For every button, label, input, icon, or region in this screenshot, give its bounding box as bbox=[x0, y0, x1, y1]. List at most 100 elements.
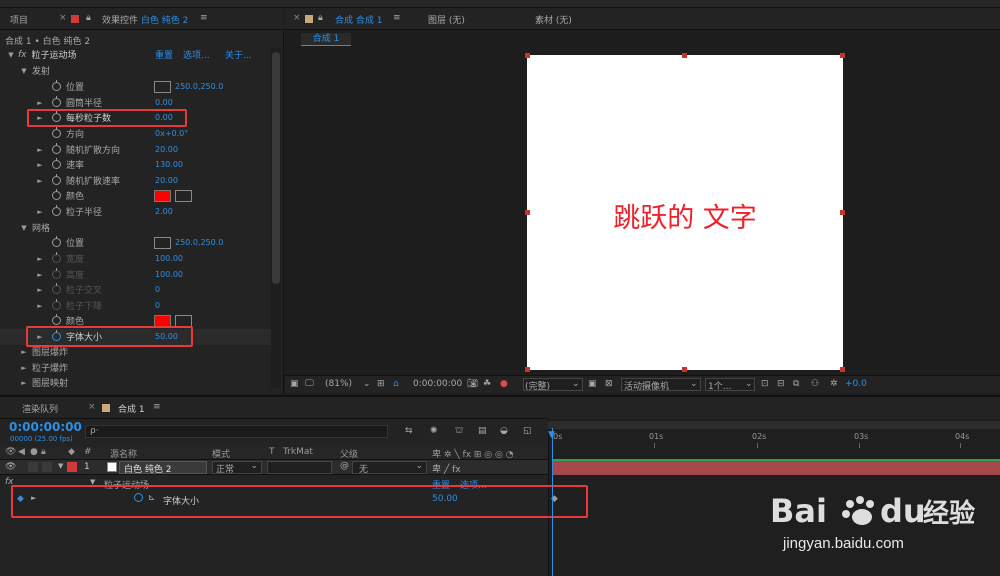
solo-toggle[interactable] bbox=[28, 462, 38, 472]
playhead-icon[interactable]: ▼ bbox=[548, 430, 555, 440]
transform-handle[interactable] bbox=[525, 367, 530, 372]
close-icon[interactable]: × bbox=[88, 402, 96, 412]
col-source[interactable]: 源名称 bbox=[110, 447, 137, 460]
prop-width[interactable]: ► 宽度 100.00 bbox=[0, 251, 268, 267]
fx-icon[interactable]: fx bbox=[18, 50, 27, 60]
col-parent[interactable]: 父级 bbox=[340, 447, 358, 460]
expand-triangle-icon[interactable]: ► bbox=[36, 161, 44, 169]
close-icon[interactable]: × bbox=[293, 13, 301, 23]
prop-grid-position[interactable]: 位置 250.0,250.0 bbox=[0, 235, 268, 251]
stopwatch-icon[interactable] bbox=[52, 283, 61, 295]
stopwatch-icon[interactable] bbox=[52, 268, 61, 280]
network-icon[interactable]: ⚇ bbox=[811, 379, 819, 389]
eyedropper-icon[interactable] bbox=[175, 314, 192, 327]
zoom-dropdown[interactable]: (81%) bbox=[325, 379, 352, 389]
scrollbar-thumb[interactable] bbox=[272, 52, 280, 284]
prop-value[interactable]: 20.00 bbox=[155, 176, 178, 185]
stopwatch-icon[interactable] bbox=[52, 252, 61, 264]
lock-icon[interactable]: 🔒︎ bbox=[318, 13, 323, 23]
options-link[interactable]: 选项... bbox=[183, 48, 210, 61]
flowchart-icon[interactable]: ⊟ bbox=[777, 379, 785, 389]
prop-particles-down[interactable]: ► 粒子下降 0 bbox=[0, 298, 268, 314]
close-icon[interactable]: × bbox=[59, 13, 67, 23]
expand-triangle-icon[interactable]: ► bbox=[36, 255, 44, 263]
eye-icon[interactable]: 👁︎ bbox=[5, 462, 16, 472]
expand-triangle-icon[interactable]: ► bbox=[20, 379, 28, 387]
collapse-triangle-icon[interactable]: ▼ bbox=[7, 51, 15, 59]
fast-preview-icon[interactable]: ▣ bbox=[588, 379, 597, 389]
prop-value[interactable]: 0x+0.0° bbox=[155, 129, 188, 138]
group-layer-explode[interactable]: ► 图层爆炸 bbox=[0, 344, 268, 360]
layer-label-color[interactable] bbox=[67, 462, 77, 472]
collapse-triangle-icon[interactable]: ▼ bbox=[20, 224, 28, 232]
trkmat-dropdown[interactable] bbox=[267, 461, 332, 474]
lock-toggle[interactable] bbox=[42, 462, 52, 472]
search-input[interactable]: ρ· bbox=[85, 425, 388, 438]
transparency-grid-icon[interactable]: ⊠ bbox=[605, 379, 613, 389]
comp-mini-flowchart-icon[interactable]: ⇆ bbox=[405, 426, 413, 436]
prop-value[interactable]: 130.00 bbox=[155, 160, 183, 169]
monitor-icon[interactable]: 🖵︎ bbox=[305, 379, 314, 389]
transform-handle[interactable] bbox=[525, 53, 530, 58]
prop-velocity[interactable]: ► 速率 130.00 bbox=[0, 157, 268, 173]
parent-dropdown[interactable]: 无 ⌄ bbox=[352, 461, 427, 475]
stopwatch-icon[interactable] bbox=[52, 96, 61, 108]
expand-triangle-icon[interactable]: ► bbox=[36, 208, 44, 216]
frame-blending-icon[interactable]: ▤ bbox=[478, 426, 487, 436]
prop-height[interactable]: ► 高度 100.00 bbox=[0, 267, 268, 283]
current-time[interactable]: 0:00:00:00 bbox=[413, 379, 462, 389]
prop-particles-across[interactable]: ► 粒子交叉 0 bbox=[0, 282, 268, 298]
tab-comp[interactable]: 合成 1 bbox=[118, 402, 145, 415]
col-trkmat[interactable]: TrkMat bbox=[283, 447, 313, 460]
group-emit[interactable]: ▼ 发射 bbox=[0, 63, 268, 79]
work-area-bar[interactable] bbox=[548, 421, 1000, 429]
toggle-icon[interactable]: ⊡ bbox=[761, 379, 769, 389]
stopwatch-icon[interactable] bbox=[52, 299, 61, 311]
prop-value[interactable]: 250.0,250.0 bbox=[175, 82, 223, 91]
about-link[interactable]: 关于... bbox=[225, 48, 252, 61]
tab-footage[interactable]: 素材 (无) bbox=[535, 13, 572, 26]
prop-value[interactable]: 2.00 bbox=[155, 207, 173, 216]
region-icon[interactable]: ▣ bbox=[290, 379, 299, 389]
prop-position[interactable]: 位置 250.0,250.0 bbox=[0, 79, 268, 95]
collapse-triangle-icon[interactable]: ▼ bbox=[20, 67, 28, 75]
layer-duration-bar[interactable] bbox=[552, 460, 1000, 475]
motion-blur-icon[interactable]: ◒ bbox=[500, 426, 508, 436]
menu-icon[interactable]: ≡ bbox=[153, 402, 161, 412]
transform-handle[interactable] bbox=[840, 53, 845, 58]
effect-header-row[interactable]: ▼ fx 粒子运动场 重置 选项... 关于... bbox=[0, 47, 268, 63]
stopwatch-icon[interactable] bbox=[52, 236, 61, 248]
transform-handle[interactable] bbox=[682, 53, 687, 58]
prop-particle-radius[interactable]: ► 粒子半径 2.00 bbox=[0, 204, 268, 220]
stopwatch-icon[interactable] bbox=[52, 314, 61, 326]
stopwatch-icon[interactable] bbox=[52, 80, 61, 92]
tab-project[interactable]: 项目 bbox=[10, 13, 28, 26]
grid-icon[interactable]: ⊞ bbox=[377, 379, 385, 389]
pickwhip-icon[interactable]: @ bbox=[340, 461, 349, 471]
lock-icon[interactable]: 🔒︎ bbox=[86, 13, 91, 23]
stopwatch-icon[interactable] bbox=[52, 189, 61, 201]
draft-3d-icon[interactable]: ✺ bbox=[430, 426, 438, 436]
collapse-triangle-icon[interactable]: ▼ bbox=[58, 462, 63, 470]
expand-triangle-icon[interactable]: ► bbox=[20, 364, 28, 372]
menu-icon[interactable]: ≡ bbox=[200, 13, 208, 23]
col-mode[interactable]: 模式 bbox=[212, 447, 230, 460]
color-channel-icon[interactable]: ● bbox=[500, 379, 508, 389]
comp-subtab[interactable]: 合成 1 bbox=[301, 33, 351, 46]
layer-switches[interactable]: 卑 ╱ fx bbox=[432, 462, 461, 475]
snapshot-icon[interactable]: ⧉ bbox=[793, 379, 799, 389]
camera-snapshot-icon[interactable]: 📷︎ bbox=[467, 379, 478, 389]
exposure-value[interactable]: +0.0 bbox=[845, 379, 867, 389]
prop-random-spread-dir[interactable]: ► 随机扩散方向 20.00 bbox=[0, 142, 268, 158]
tab-render-queue[interactable]: 渲染队列 bbox=[22, 402, 58, 415]
prop-random-spread-vel[interactable]: ► 随机扩散速率 20.00 bbox=[0, 173, 268, 189]
expand-triangle-icon[interactable]: ► bbox=[36, 302, 44, 310]
eyedropper-icon[interactable] bbox=[175, 189, 192, 202]
stopwatch-icon[interactable] bbox=[52, 127, 61, 139]
expand-triangle-icon[interactable]: ► bbox=[36, 177, 44, 185]
stopwatch-icon[interactable] bbox=[52, 143, 61, 155]
show-snapshot-icon[interactable]: ☘ bbox=[483, 379, 491, 389]
crosshair-icon[interactable] bbox=[154, 80, 171, 93]
stopwatch-icon[interactable] bbox=[52, 205, 61, 217]
group-particle-explode[interactable]: ► 粒子爆炸 bbox=[0, 360, 268, 376]
